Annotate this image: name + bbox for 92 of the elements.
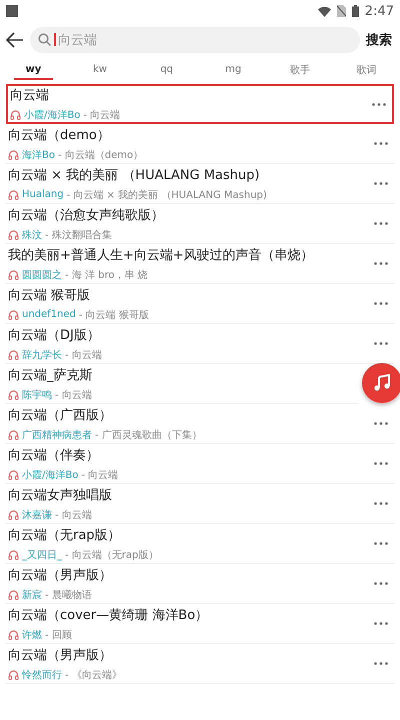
artist-name: _又四日_ [22,548,62,562]
artist-name: 新宸 [22,588,42,602]
song-title: 向云端（cover—黄绮珊 海洋Bo） [8,606,210,624]
album-name: - 向云端 猴哥版 [78,308,149,322]
artist-name: 殊汶 [22,228,42,242]
song-row[interactable]: 向云端（广西版） 广西精神病患者 - 广西灵魂歌曲（下集） [6,404,394,444]
headphones-icon [8,670,19,680]
artist-name: 辞九学长 [22,348,62,362]
search-icon [38,33,51,46]
headphones-icon [8,430,19,440]
headphones-icon [10,110,21,120]
artist-name: Hualang [22,189,64,200]
song-title: 我的美丽+普通人生+向云端+风驶过的声音（串烧） [8,246,315,264]
album-name: - 海 洋 bro，串 烧 [65,268,148,282]
source-tab[interactable]: 歌手 [280,58,320,82]
song-title: 向云端（demo） [8,126,111,144]
song-row[interactable]: 向云端 × 我的美丽 （HUALANG Mashup) Hualang - 向云端 × 我的美丽 （HUALANG Mashup) [6,164,394,204]
song-row[interactable]: 向云端（cover—黄绮珊 海洋Bo） 许燃 - 回顾 [6,604,394,644]
song-row[interactable]: 向云端 小霞/海洋Bo - 向云端 [6,84,394,124]
song-title: 向云端（治愈女声纯歌版） [8,206,165,224]
player-button[interactable] [362,363,400,403]
song-title: 向云端（无rap版） [8,526,122,544]
headphones-icon [8,470,19,480]
search-button[interactable]: 搜索 [366,31,392,49]
song-title: 向云端_萨克斯 [8,366,94,384]
source-tab[interactable]: 歌词 [347,58,386,82]
album-name: - 向云端 × 我的美丽 （HUALANG Mashup) [66,188,267,202]
headphones-icon [8,310,19,320]
text-cursor [54,33,56,46]
source-tab[interactable]: kw [80,60,120,80]
headphones-icon [8,190,19,200]
song-title: 向云端（广西版） [8,406,113,424]
album-name: - 向云端 [83,108,120,122]
source-tab[interactable]: qq [147,60,186,80]
artist-name: undef1ned [22,309,76,320]
music-note-icon [373,374,391,392]
album-name: - 向云端 [81,468,118,482]
song-row[interactable]: 向云端（治愈女声纯歌版） 殊汶 - 殊汶翻唱合集 [6,204,394,244]
artist-name: 广西精神病患者 [22,428,92,442]
artist-name: 沐嘉谦 [22,508,52,522]
album-name: - 广西灵魂歌曲（下集） [95,428,202,442]
headphones-icon [8,510,19,520]
song-title: 向云端女声独唱版 [8,486,113,504]
headphones-icon [8,350,19,360]
album-name: - 向云端 [55,508,92,522]
headphones-icon [8,230,19,240]
song-row[interactable]: 向云端（男声版） 怜然而行 - 《向云端》 [6,644,394,684]
album-name: - 向云端 [55,388,92,402]
artist-name: 海洋Bo [22,148,55,162]
song-row[interactable]: 向云端（DJ版） 辞九学长 - 向云端 [6,324,394,364]
headphones-icon [8,550,19,560]
album-name: - 殊汶翻唱合集 [45,228,112,242]
headphones-icon [8,590,19,600]
song-title: 向云端 [10,87,50,104]
no-sim-icon [336,5,346,17]
album-name: - 向云端（demo） [58,148,144,162]
headphones-icon [8,390,19,400]
song-title: 向云端 × 我的美丽 （HUALANG Mashup) [8,166,261,184]
wifi-icon [318,6,331,16]
artist-name: 圆圆圆之 [22,268,62,282]
album-name: - 回顾 [45,628,72,642]
artist-name: 小霞/海洋Bo [24,108,80,122]
song-row[interactable]: 向云端 猴哥版 undef1ned - 向云端 猴哥版 [6,284,394,324]
song-row[interactable]: 向云端女声独唱版 沐嘉谦 - 向云端 [6,484,394,524]
source-tab[interactable]: wy [14,60,53,80]
song-row[interactable]: 向云端（伴奏） 小霞/海洋Bo - 向云端 [6,444,394,484]
clock-time: 2:47 [364,4,394,18]
song-row[interactable]: 向云端（demo） 海洋Bo - 向云端（demo） [6,124,394,164]
album-name: - 向云端 [65,348,102,362]
album-name: - 《向云端》 [65,668,122,682]
headphones-icon [8,270,19,280]
song-row[interactable]: 向云端（男声版） 新宸 - 晨曦物语 [6,564,394,604]
headphones-icon [8,630,19,640]
headphones-icon [8,150,19,160]
source-tab[interactable]: mg [214,60,253,80]
song-title: 向云端（男声版） [8,646,113,664]
artist-name: 许燃 [22,628,42,642]
artist-name: 怜然而行 [22,668,62,682]
album-name: - 晨曦物语 [45,588,92,602]
song-row[interactable]: 向云端_萨克斯 陈宇鸣 - 向云端 [6,364,358,404]
notification-icon [6,5,18,17]
battery-icon [352,5,359,17]
song-row[interactable]: 向云端（无rap版） _又四日_ - 向云端（无rap版） [6,524,394,564]
song-row[interactable]: 我的美丽+普通人生+向云端+风驶过的声音（串烧） 圆圆圆之 - 海 洋 bro，串 烧 [6,244,394,284]
song-title: 向云端（男声版） [8,566,113,584]
album-name: - 向云端（无rap版） [65,548,158,562]
song-title: 向云端（伴奏） [8,446,100,464]
song-title: 向云端 猴哥版 [8,286,92,304]
song-title: 向云端（DJ版） [8,326,101,344]
artist-name: 陈宇鸣 [22,388,52,402]
artist-name: 小霞/海洋Bo [22,468,78,482]
back-arrow-icon[interactable] [6,32,24,48]
